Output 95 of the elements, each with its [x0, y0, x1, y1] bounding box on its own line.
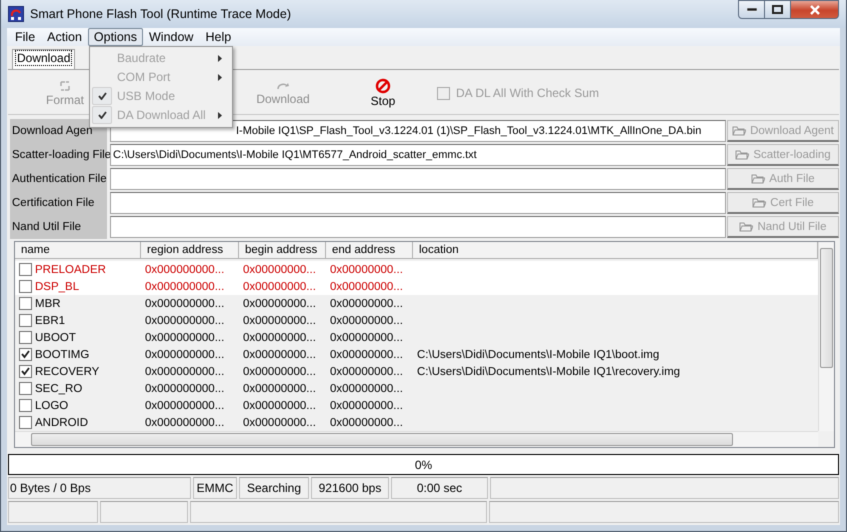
field-label: Authentication File [11, 172, 107, 187]
table-cell: 0x000000000... [145, 280, 224, 292]
partition-name: SEC_RO [35, 382, 82, 394]
checkbox[interactable] [19, 280, 32, 293]
table-cell: 0x00000000... [330, 264, 403, 276]
arrows-icon [58, 79, 72, 94]
table-cell: 0x00000000... [330, 298, 403, 310]
status-field: Searching [239, 477, 309, 499]
partition-name: DSP_BL [35, 280, 80, 292]
table-cell: 0x000000000... [145, 400, 224, 412]
table-cell: 0x00000000... [243, 280, 316, 292]
table-cell: 0x000000000... [145, 382, 224, 394]
column-header[interactable]: name [15, 242, 141, 258]
folder-icon [752, 198, 766, 208]
table-cell: 0x00000000... [330, 382, 403, 394]
partition-name: PRELOADER [35, 264, 106, 276]
partition-name: UBOOT [35, 332, 76, 344]
table-cell: 0x000000000... [145, 416, 224, 428]
input-field[interactable]: I-Mobile IQ1\SP_Flash_Tool_v3.1224.01 (1)\SP_Flash_Tool_v3.1224.01\MTK_AllInOne_DA.bin [110, 120, 726, 142]
table-cell: 0x00000000... [243, 298, 316, 310]
progress-text: 0% [414, 458, 432, 472]
menu-item[interactable]: File [9, 28, 42, 46]
checkbox[interactable] [19, 331, 32, 344]
table-cell: 0x00000000... [330, 366, 403, 378]
folder-icon [751, 174, 766, 184]
status-field: EMMC [193, 477, 237, 499]
window-title: Smart Phone Flash Tool (Runtime Trace Mode) [30, 6, 291, 21]
checkbox[interactable] [19, 382, 32, 395]
table-cell: 0x00000000... [243, 416, 316, 428]
column-header[interactable]: end address [326, 242, 413, 258]
table-cell: 0x000000000... [145, 332, 224, 344]
partition-name: ANDROID [35, 416, 88, 428]
minimize-button[interactable] [738, 0, 765, 19]
horizontal-scrollbar[interactable] [15, 431, 818, 447]
checkbox[interactable] [19, 297, 32, 310]
table-cell: 0x00000000... [243, 314, 316, 326]
column-header[interactable]: region address [141, 242, 239, 258]
app-icon [8, 6, 24, 22]
input-field[interactable] [110, 216, 726, 238]
partition-name: BOOTIMG [35, 348, 90, 360]
table-cell: 0x00000000... [330, 400, 403, 412]
minimize-icon [746, 8, 756, 12]
close-icon [808, 4, 820, 14]
partition-name: EBR1 [35, 314, 66, 326]
field-label: Nand Util File [11, 220, 82, 235]
table-cell: 0x000000000... [145, 348, 224, 360]
maximize-button[interactable] [765, 0, 791, 19]
checkbox[interactable] [19, 263, 32, 276]
status-field: 0:00 sec [391, 477, 488, 499]
close-button[interactable] [791, 0, 839, 19]
table-cell: 0x00000000... [330, 280, 403, 292]
table-cell: 0x000000000... [145, 366, 224, 378]
vertical-scrollbar[interactable] [818, 242, 834, 431]
input-field[interactable] [110, 168, 726, 190]
status-field: 921600 bps [311, 477, 389, 499]
table-cell: 0x00000000... [330, 332, 403, 344]
field-label: Download Agen [11, 124, 94, 139]
table-cell: 0x00000000... [243, 264, 316, 276]
menu-item[interactable]: Help [199, 28, 238, 46]
column-header[interactable]: begin address [239, 242, 326, 258]
tool-button[interactable]: Stop [333, 73, 433, 114]
menu-item[interactable]: Options [88, 28, 143, 46]
tab[interactable]: Download [12, 48, 76, 69]
folder-icon [732, 126, 746, 136]
partition-name: RECOVERY [35, 366, 100, 378]
table-cell: C:\Users\Didi\Documents\I-Mobile IQ1\recovery.img [417, 366, 680, 378]
table-cell: 0x00000000... [243, 366, 316, 378]
input-field[interactable]: C:\Users\Didi\Documents\I-Mobile IQ1\MT6577_Android_scatter_emmc.txt [110, 144, 726, 166]
checkbox[interactable] [19, 365, 32, 378]
table-cell: 0x00000000... [330, 314, 403, 326]
table-cell: 0x000000000... [145, 264, 224, 276]
table-cell: 0x00000000... [243, 332, 316, 344]
folder-icon [735, 150, 750, 160]
table-cell: 0x00000000... [243, 348, 316, 360]
checkbox[interactable] [19, 314, 32, 327]
prohibited-icon [375, 78, 391, 94]
maximize-icon [772, 5, 783, 14]
partition-name: MBR [35, 298, 61, 310]
folder-icon [739, 222, 754, 232]
checkbox[interactable] [19, 416, 32, 429]
table-cell: 0x000000000... [145, 314, 224, 326]
table-cell: 0x00000000... [330, 416, 403, 428]
table-cell: 0x000000000... [145, 298, 224, 310]
table-cell: C:\Users\Didi\Documents\I-Mobile IQ1\boot.img [417, 348, 660, 360]
status-field: 0 Bytes / 0 Bps [8, 477, 191, 499]
menu-item[interactable]: Window [143, 28, 200, 46]
checkbox[interactable] [19, 348, 32, 361]
table-cell: 0x00000000... [243, 400, 316, 412]
checkbox[interactable] [19, 399, 32, 412]
table-cell: 0x00000000... [243, 382, 316, 394]
input-field[interactable] [110, 192, 726, 214]
field-label: Certification File [11, 196, 96, 211]
partition-name: LOGO [35, 400, 68, 412]
menu-item[interactable]: Action [41, 28, 88, 46]
table-cell: 0x00000000... [330, 348, 403, 360]
